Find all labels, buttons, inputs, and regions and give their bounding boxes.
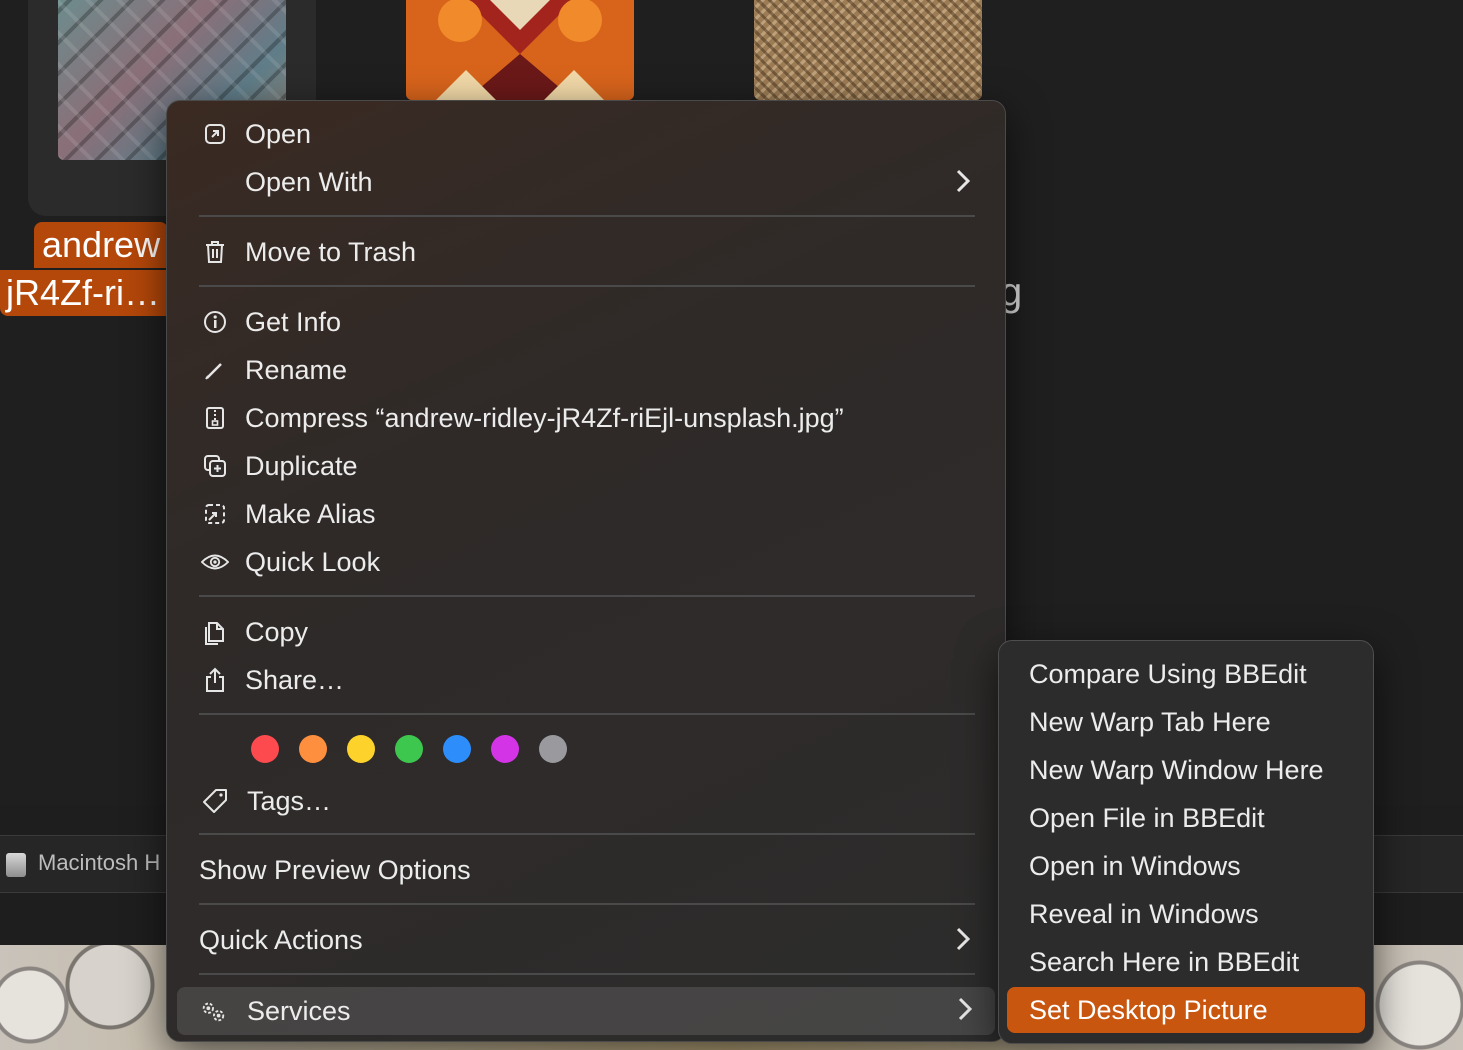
menu-separator: [199, 595, 975, 597]
submenu-item-reveal-in-windows[interactable]: Reveal in Windows: [1007, 891, 1365, 937]
menu-item-label: Tags…: [247, 785, 332, 816]
menu-item-share[interactable]: Share…: [179, 657, 993, 703]
submenu-item-new-warp-window[interactable]: New Warp Window Here: [1007, 747, 1365, 793]
submenu-item-compare-bbedit[interactable]: Compare Using BBEdit: [1007, 651, 1365, 697]
duplicate-icon: [201, 452, 229, 480]
submenu-item-open-in-windows[interactable]: Open in Windows: [1007, 843, 1365, 889]
menu-item-label: Quick Look: [245, 546, 381, 577]
submenu-item-set-desktop-picture[interactable]: Set Desktop Picture: [1007, 987, 1365, 1033]
context-menu: Open Open With Move to Trash Get Info Re…: [166, 100, 1006, 1042]
selected-filename-line2[interactable]: jR4Zf-ri…: [0, 270, 166, 316]
menu-separator: [199, 713, 975, 715]
menu-separator: [199, 285, 975, 287]
thumbnail-pattern: [406, 0, 634, 100]
selected-filename-line1[interactable]: andrew: [34, 222, 169, 268]
menu-item-make-alias[interactable]: Make Alias: [179, 491, 993, 537]
menu-item-compress[interactable]: Compress “andrew-ridley-jR4Zf-riEjl-unsp…: [179, 395, 993, 441]
submenu-item-label: Open in Windows: [1029, 850, 1241, 881]
menu-item-services[interactable]: Services: [177, 987, 995, 1035]
pencil-icon: [201, 356, 229, 384]
image-thumbnail-2[interactable]: [406, 0, 634, 100]
menu-item-label: Open: [245, 118, 312, 149]
tag-color-picker: [251, 735, 567, 763]
hard-disk-icon: [6, 853, 26, 877]
tag-color-blue[interactable]: [443, 735, 471, 763]
menu-separator: [199, 973, 975, 975]
submenu-item-new-warp-tab[interactable]: New Warp Tab Here: [1007, 699, 1365, 745]
submenu-item-label: Search Here in BBEdit: [1029, 946, 1300, 977]
menu-separator: [199, 833, 975, 835]
info-icon: [201, 308, 229, 336]
submenu-item-open-file-bbedit[interactable]: Open File in BBEdit: [1007, 795, 1365, 841]
tag-color-green[interactable]: [395, 735, 423, 763]
menu-item-show-preview-options[interactable]: Show Preview Options: [179, 847, 993, 893]
menu-item-label: Rename: [245, 354, 348, 385]
submenu-item-label: Compare Using BBEdit: [1029, 658, 1307, 689]
menu-item-label: Open With: [245, 166, 373, 197]
menu-item-label: Quick Actions: [199, 924, 363, 955]
tag-color-gray[interactable]: [539, 735, 567, 763]
menu-item-label: Make Alias: [245, 498, 376, 529]
archive-icon: [201, 404, 229, 432]
menu-item-label: Show Preview Options: [199, 854, 471, 885]
open-icon: [201, 120, 229, 148]
gears-icon: [199, 997, 227, 1025]
menu-item-label: Get Info: [245, 306, 342, 337]
menu-item-tags[interactable]: Tags…: [179, 778, 993, 824]
menu-item-quick-look[interactable]: Quick Look: [179, 539, 993, 585]
menu-separator: [199, 903, 975, 905]
menu-item-label: Duplicate: [245, 450, 358, 481]
menu-item-label: Share…: [245, 664, 345, 695]
tag-color-purple[interactable]: [491, 735, 519, 763]
tag-color-orange[interactable]: [299, 735, 327, 763]
trash-icon: [201, 238, 229, 266]
menu-item-copy[interactable]: Copy: [179, 609, 993, 655]
menu-item-get-info[interactable]: Get Info: [179, 299, 993, 345]
copy-icon: [201, 618, 229, 646]
tag-color-red[interactable]: [251, 735, 279, 763]
menu-item-quick-actions[interactable]: Quick Actions: [179, 917, 993, 963]
tag-color-yellow[interactable]: [347, 735, 375, 763]
submenu-item-label: Open File in BBEdit: [1029, 802, 1265, 833]
menu-item-duplicate[interactable]: Duplicate: [179, 443, 993, 489]
menu-item-open-with[interactable]: Open With: [179, 159, 993, 205]
path-bar-item-disk[interactable]: Macintosh H: [38, 850, 160, 876]
tag-icon: [201, 787, 229, 815]
menu-item-label: Compress “andrew-ridley-jR4Zf-riEjl-unsp…: [245, 402, 844, 433]
menu-item-open[interactable]: Open: [179, 111, 993, 157]
share-icon: [201, 666, 229, 694]
menu-item-label: Move to Trash: [245, 236, 417, 267]
menu-separator: [199, 215, 975, 217]
chevron-right-icon: [957, 995, 973, 1023]
menu-item-label: Copy: [245, 616, 309, 647]
eye-icon: [201, 548, 229, 576]
menu-item-label: Services: [247, 995, 351, 1026]
menu-item-move-to-trash[interactable]: Move to Trash: [179, 229, 993, 275]
submenu-item-label: Set Desktop Picture: [1029, 994, 1268, 1025]
submenu-item-search-bbedit[interactable]: Search Here in BBEdit: [1007, 939, 1365, 985]
submenu-item-label: New Warp Tab Here: [1029, 706, 1271, 737]
chevron-right-icon: [955, 925, 971, 953]
submenu-item-label: New Warp Window Here: [1029, 754, 1324, 785]
alias-icon: [201, 500, 229, 528]
submenu-item-label: Reveal in Windows: [1029, 898, 1259, 929]
chevron-right-icon: [955, 167, 971, 195]
menu-item-rename[interactable]: Rename: [179, 347, 993, 393]
services-submenu: Compare Using BBEdit New Warp Tab Here N…: [998, 640, 1374, 1044]
image-thumbnail-3[interactable]: [754, 0, 982, 100]
